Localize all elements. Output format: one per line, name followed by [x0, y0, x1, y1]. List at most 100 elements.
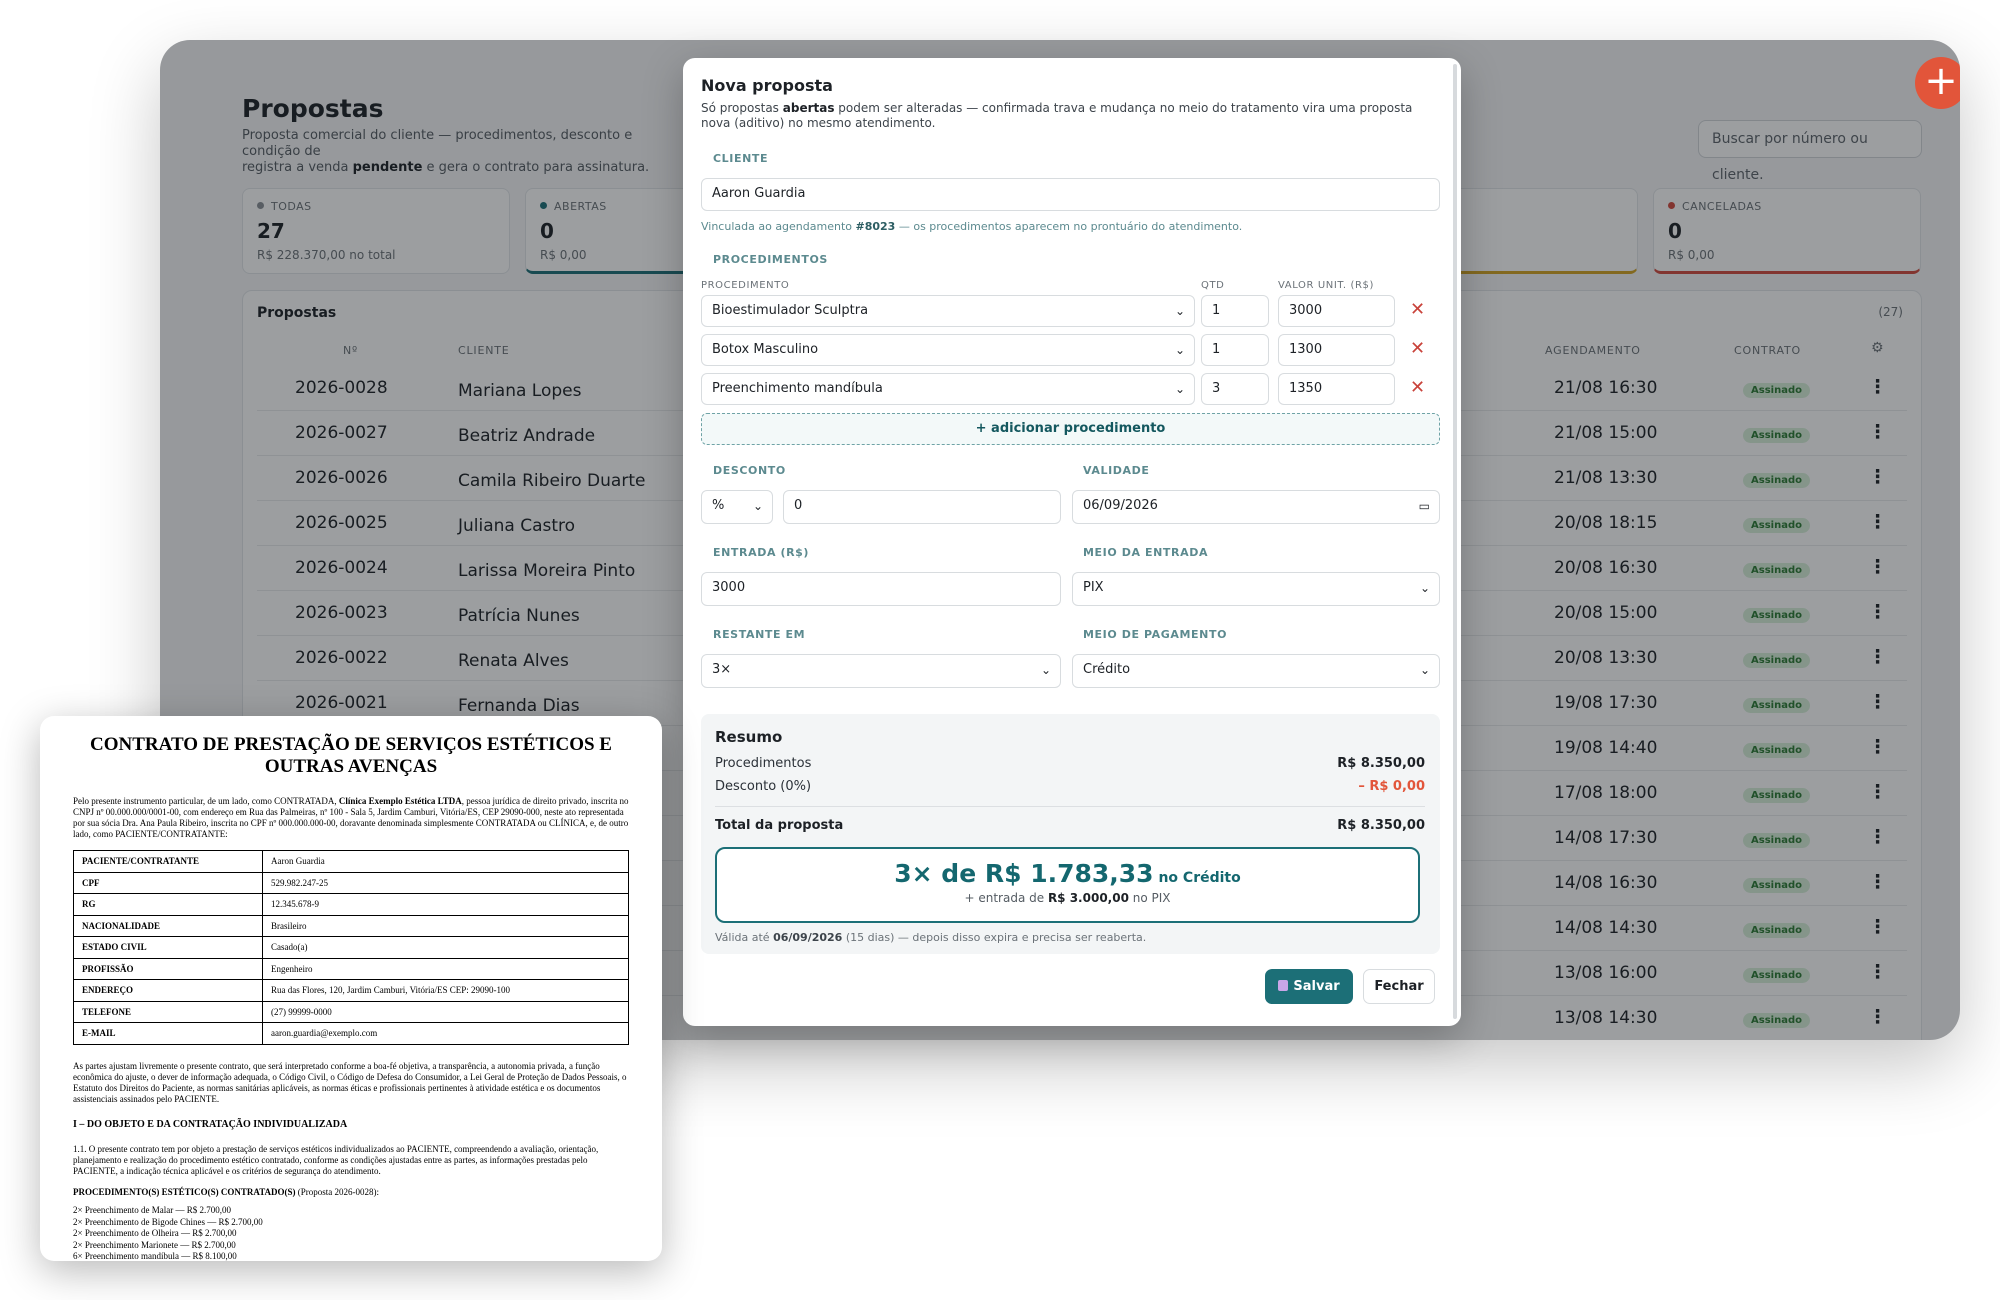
discount-value-input[interactable]: 0: [783, 490, 1061, 524]
field-label: E-MAIL: [73, 1022, 263, 1045]
patient-info-table: PACIENTE/CONTRATANTE Aaron Guardia CPF 529.…: [73, 850, 629, 1045]
unit-price-input[interactable]: 1300: [1278, 334, 1395, 366]
summary-total: Total da proposta R$ 8.350,00: [715, 818, 1425, 833]
qty-input[interactable]: 1: [1201, 295, 1269, 327]
patient-info-row: CPF 529.982.247-25: [73, 871, 629, 894]
installment-amount: 3× de R$ 1.783,33 no Crédito: [894, 859, 1241, 888]
col-procedure-label: PROCEDIMENTO: [701, 280, 790, 291]
chevron-down-icon: ⌄: [1419, 581, 1430, 595]
col-unit-label: VALOR UNIT. (R$): [1278, 280, 1374, 291]
entry-method-select[interactable]: PIX ⌄: [1072, 572, 1440, 606]
floppy-disk-icon: [1278, 980, 1289, 991]
validity-note: Válida até 06/09/2026 (15 dias) — depois…: [715, 931, 1147, 944]
field-label: CPF: [73, 871, 263, 894]
unit-price-input[interactable]: 3000: [1278, 295, 1395, 327]
field-label: RG: [73, 893, 263, 916]
patient-info-row: PACIENTE/CONTRATANTE Aaron Guardia: [73, 850, 629, 873]
remove-procedure-icon[interactable]: ✕: [1410, 299, 1425, 320]
add-procedure-button[interactable]: + adicionar procedimento: [701, 413, 1440, 445]
col-qty-label: QTD: [1201, 280, 1225, 291]
procedure-select[interactable]: Botox Masculino ⌄: [701, 334, 1195, 366]
list-item: 2× Preenchimento de Olheira — R$ 2.700,0…: [73, 1228, 237, 1238]
list-item: 6× Preenchimento mandíbula — R$ 8.100,00: [73, 1251, 237, 1261]
new-proposal-modal: Nova proposta Só propostas abertas podem…: [683, 58, 1461, 1026]
chevron-down-icon: ⌄: [1174, 343, 1185, 357]
field-label: PROFISSÃO: [73, 957, 263, 980]
patient-info-row: NACIONALIDADE Brasileiro: [73, 914, 629, 937]
contract-paragraph: As partes ajustam livremente o presente …: [73, 1061, 627, 1104]
summary-title: Resumo: [715, 728, 783, 746]
field-label: ENDEREÇO: [73, 979, 263, 1002]
contract-paragraph: 1.1. O presente contrato tem por objeto …: [73, 1144, 599, 1176]
summary-procedures: Procedimentos R$ 8.350,00: [715, 756, 1425, 771]
field-label: ESTADO CIVIL: [73, 936, 263, 959]
procedure-select[interactable]: Bioestimulador Sculptra ⌄: [701, 295, 1195, 327]
field-value: Casado(a): [262, 936, 629, 959]
patient-info-row: ESTADO CIVIL Casado(a): [73, 936, 629, 959]
calendar-icon[interactable]: ▭: [1419, 491, 1430, 521]
qty-input[interactable]: 1: [1201, 334, 1269, 366]
field-value: 529.982.247-25: [262, 871, 629, 894]
close-button[interactable]: Fechar: [1363, 969, 1435, 1004]
field-label: NACIONALIDADE: [73, 914, 263, 937]
patient-info-row: RG 12.345.678-9: [73, 893, 629, 916]
entry-label: ENTRADA (R$): [713, 546, 810, 559]
chevron-down-icon: ⌄: [752, 499, 763, 513]
validity-label: VALIDADE: [1083, 464, 1150, 477]
field-value: Engenheiro: [262, 957, 629, 980]
field-value: Aaron Guardia: [262, 850, 629, 873]
scrollbar[interactable]: [1453, 64, 1457, 1019]
chevron-down-icon: ⌄: [1174, 382, 1185, 396]
chevron-down-icon: ⌄: [1419, 663, 1430, 677]
field-value: Rua das Flores, 120, Jardim Camburi, Vit…: [262, 979, 629, 1002]
entry-method-label: MEIO DA ENTRADA: [1083, 546, 1209, 559]
unit-price-input[interactable]: 1350: [1278, 373, 1395, 405]
installment-entry: + entrada de R$ 3.000,00 no PIX: [964, 891, 1171, 905]
contract-document: CONTRATO DE PRESTAÇÃO DE SERVIÇOS ESTÉTI…: [40, 716, 662, 1261]
contract-section-heading: I – DO OBJETO E DA CONTRATAÇÃO INDIVIDUA…: [73, 1119, 348, 1130]
payment-method-label: MEIO DE PAGAMENTO: [1083, 628, 1228, 641]
patient-info-row: PROFISSÃO Engenheiro: [73, 957, 629, 980]
contract-title: CONTRATO DE PRESTAÇÃO DE SERVIÇOS ESTÉTI…: [90, 734, 612, 777]
installment-box: 3× de R$ 1.783,33 no Crédito + entrada d…: [715, 847, 1420, 923]
list-item: 2× Preenchimento de Bigode Chines — R$ 2…: [73, 1216, 263, 1227]
procedures-heading: PROCEDIMENTO(S) ESTÉTICO(S) CONTRATADO(S…: [73, 1187, 380, 1197]
field-value: (27) 99999-0000: [262, 1000, 629, 1023]
entry-amount-input[interactable]: 3000: [701, 572, 1061, 606]
contract-intro: Pelo presente instrumento particular, de…: [73, 796, 629, 839]
field-value: Brasileiro: [262, 914, 629, 937]
save-button[interactable]: Salvar: [1265, 969, 1353, 1004]
patient-info-row: E-MAIL aaron.guardia@exemplo.com: [73, 1022, 629, 1045]
remove-procedure-icon[interactable]: ✕: [1410, 338, 1425, 359]
discount-type-select[interactable]: % ⌄: [701, 490, 773, 524]
client-label: CLIENTE: [713, 152, 769, 165]
field-value: 12.345.678-9: [262, 893, 629, 916]
appointment-link-note: Vinculada ao agendamento #8023 — os proc…: [701, 220, 1243, 233]
chevron-down-icon: ⌄: [1174, 304, 1185, 318]
qty-input[interactable]: 3: [1201, 373, 1269, 405]
discount-label: DESCONTO: [713, 464, 786, 477]
add-proposal-button[interactable]: +: [1915, 57, 1960, 109]
remaining-label: RESTANTE EM: [713, 628, 806, 641]
chevron-down-icon: ⌄: [1040, 663, 1051, 677]
summary-divider: [715, 806, 1425, 807]
procedure-select[interactable]: Preenchimento mandíbula ⌄: [701, 373, 1195, 405]
field-label: PACIENTE/CONTRATANTE: [73, 850, 263, 873]
remove-procedure-icon[interactable]: ✕: [1410, 377, 1425, 398]
validity-date-input[interactable]: 06/09/2026 ▭: [1072, 490, 1440, 524]
patient-info-row: TELEFONE (27) 99999-0000: [73, 1000, 629, 1023]
field-label: TELEFONE: [73, 1000, 263, 1023]
client-field[interactable]: Aaron Guardia: [701, 178, 1440, 211]
list-item: 2× Preenchimento Marionete — R$ 2.700,00: [73, 1239, 236, 1250]
modal-title: Nova proposta: [701, 76, 833, 95]
summary-panel: Resumo Procedimentos R$ 8.350,00 Desconto…: [701, 714, 1440, 954]
field-value: aaron.guardia@exemplo.com: [262, 1022, 629, 1045]
procedures-label: PROCEDIMENTOS: [713, 253, 828, 266]
contracted-procedures-list: 2× Preenchimento de Malar — R$ 2.700,00 2…: [73, 1205, 263, 1261]
list-item: 2× Preenchimento de Malar — R$ 2.700,00: [73, 1205, 232, 1215]
installments-select[interactable]: 3× ⌄: [701, 654, 1061, 688]
patient-info-row: ENDEREÇO Rua das Flores, 120, Jardim Camb…: [73, 979, 629, 1002]
modal-subtitle: Só propostas abertas podem ser alteradas…: [701, 101, 1413, 130]
payment-method-select[interactable]: Crédito ⌄: [1072, 654, 1440, 688]
summary-discount: Desconto (0%) – R$ 0,00: [715, 779, 1425, 794]
